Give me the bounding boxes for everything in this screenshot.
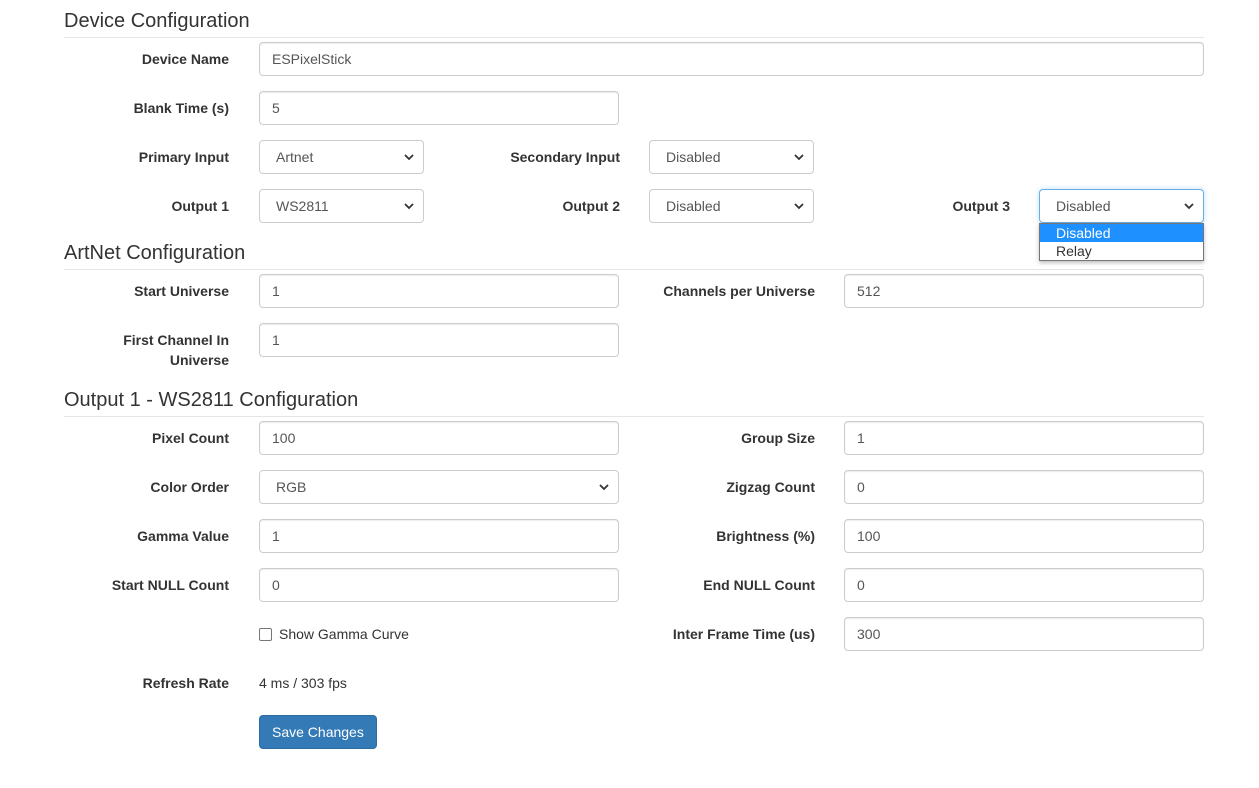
output3-select[interactable]: Disabled: [1039, 189, 1204, 223]
output1-label: Output 1: [171, 198, 229, 214]
zigzag-count-label: Zigzag Count: [726, 479, 815, 495]
zigzag-count-input[interactable]: 0: [844, 470, 1204, 504]
dropdown-option-relay[interactable]: Relay: [1040, 242, 1203, 260]
chevron-down-icon: [1184, 203, 1194, 210]
channels-per-universe-input[interactable]: 512: [844, 274, 1204, 308]
show-gamma-checkbox[interactable]: [259, 628, 272, 641]
dropdown-option-disabled[interactable]: Disabled: [1040, 224, 1203, 242]
secondary-input-label: Secondary Input: [510, 149, 620, 165]
pixel-count-label: Pixel Count: [151, 430, 229, 446]
first-channel-label-line2: Universe: [169, 352, 229, 368]
start-null-input[interactable]: 0: [259, 568, 619, 602]
output1-value: WS2811: [276, 198, 329, 214]
group-size-label: Group Size: [741, 430, 815, 446]
end-null-input[interactable]: 0: [844, 568, 1204, 602]
secondary-input-value: Disabled: [666, 149, 721, 165]
brightness-input[interactable]: 100: [844, 519, 1204, 553]
chevron-down-icon: [794, 154, 804, 161]
start-universe-label: Start Universe: [134, 283, 229, 299]
first-channel-label: First Channel In Universe: [100, 330, 229, 370]
inter-frame-label: Inter Frame Time (us): [672, 626, 815, 642]
refresh-rate-value: 4 ms / 303 fps: [259, 675, 347, 691]
start-universe-input[interactable]: 1: [259, 274, 619, 308]
brightness-label: Brightness (%): [716, 528, 815, 544]
secondary-input-select[interactable]: Disabled: [649, 140, 814, 174]
start-null-label: Start NULL Count: [111, 577, 229, 593]
device-config-title: Device Configuration: [64, 9, 1204, 38]
primary-input-value: Artnet: [276, 149, 314, 165]
output2-select[interactable]: Disabled: [649, 189, 814, 223]
primary-input-label: Primary Input: [138, 149, 229, 165]
chevron-down-icon: [404, 203, 414, 210]
device-name-input[interactable]: ESPixelStick: [259, 42, 1204, 76]
first-channel-input[interactable]: 1: [259, 323, 619, 357]
inter-frame-input[interactable]: 300: [844, 617, 1204, 651]
output-config-title: Output 1 - WS2811 Configuration: [64, 388, 1204, 417]
save-changes-button[interactable]: Save Changes: [259, 715, 377, 749]
end-null-label: End NULL Count: [703, 577, 815, 593]
output3-value: Disabled: [1056, 198, 1111, 214]
output2-value: Disabled: [666, 198, 721, 214]
blank-time-label: Blank Time (s): [133, 100, 229, 116]
blank-time-input[interactable]: 5: [259, 91, 619, 125]
output1-select[interactable]: WS2811: [259, 189, 424, 223]
color-order-value: RGB: [276, 479, 307, 495]
chevron-down-icon: [599, 484, 609, 491]
first-channel-label-line1: First Channel In: [123, 332, 229, 348]
output2-label: Output 2: [562, 198, 620, 214]
output3-label: Output 3: [952, 198, 1010, 214]
gamma-value-label: Gamma Value: [137, 528, 229, 544]
artnet-config-title: ArtNet Configuration: [64, 241, 1204, 270]
refresh-rate-label: Refresh Rate: [142, 675, 229, 691]
pixel-count-input[interactable]: 100: [259, 421, 619, 455]
color-order-select[interactable]: RGB: [259, 470, 619, 504]
primary-input-select[interactable]: Artnet: [259, 140, 424, 174]
channels-per-universe-label: Channels per Universe: [663, 283, 815, 299]
output3-dropdown-list: Disabled Relay: [1039, 223, 1204, 261]
chevron-down-icon: [404, 154, 414, 161]
gamma-value-input[interactable]: 1: [259, 519, 619, 553]
chevron-down-icon: [794, 203, 804, 210]
group-size-input[interactable]: 1: [844, 421, 1204, 455]
show-gamma-label[interactable]: Show Gamma Curve: [279, 624, 409, 644]
color-order-label: Color Order: [150, 479, 229, 495]
device-name-label: Device Name: [141, 51, 229, 67]
